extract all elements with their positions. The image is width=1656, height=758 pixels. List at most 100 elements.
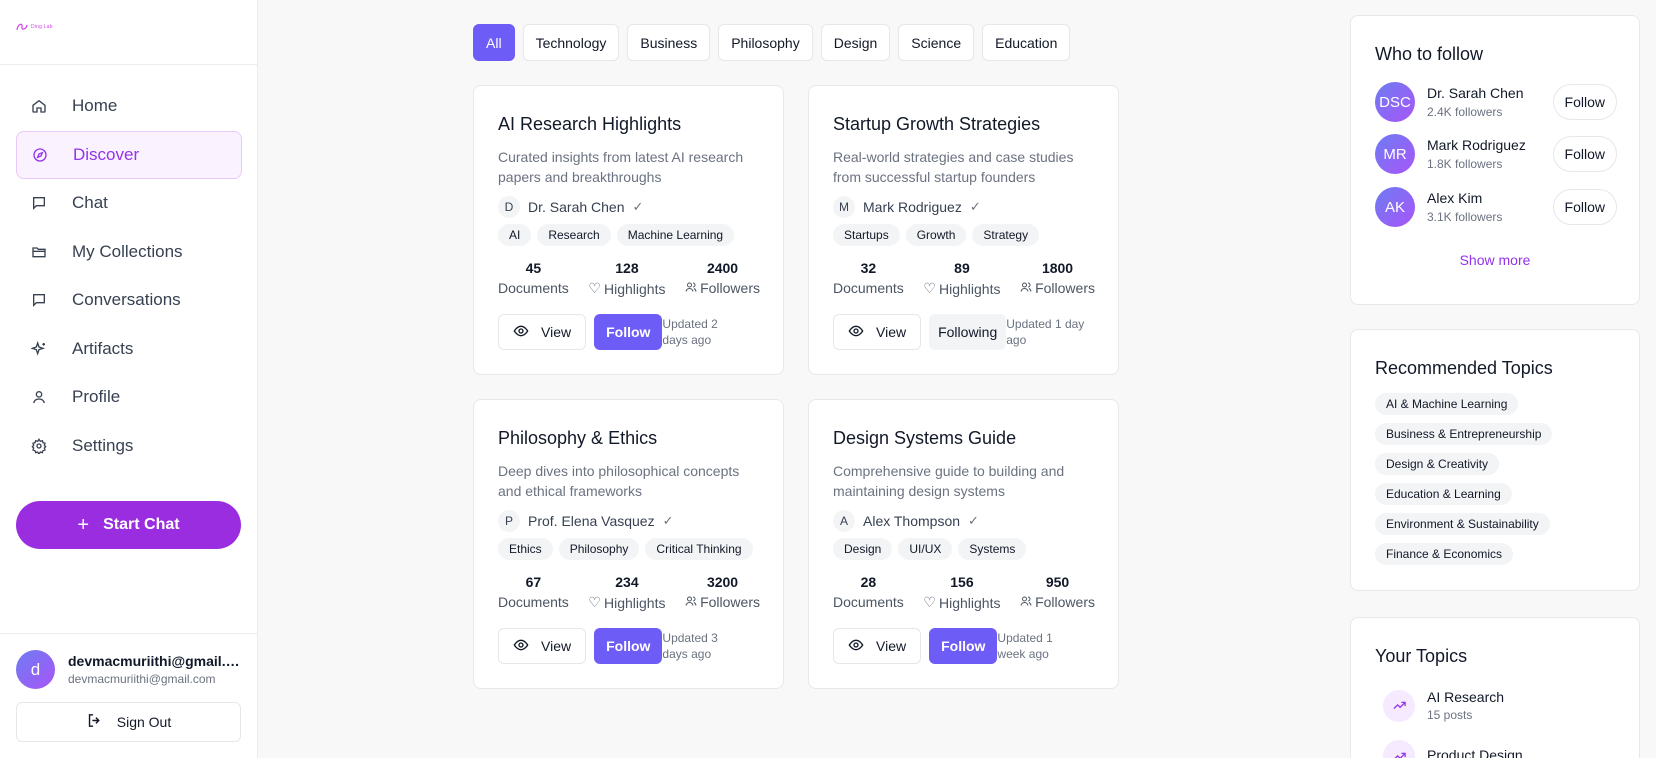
tag[interactable]: AI — [498, 224, 532, 246]
tag[interactable]: Startups — [833, 224, 900, 246]
sidebar-item-my-collections[interactable]: My Collections — [16, 228, 242, 276]
collection-card[interactable]: AI Research Highlights Curated insights … — [473, 85, 784, 375]
filter-technology[interactable]: Technology — [522, 24, 620, 61]
card-author[interactable]: A Alex Thompson ✓ — [833, 510, 979, 532]
user-name[interactable]: Mark Rodriguez — [1427, 137, 1553, 153]
collection-card[interactable]: Philosophy & Ethics Deep dives into phil… — [473, 399, 784, 689]
card-description: Curated insights from latest AI research… — [498, 149, 744, 185]
stat-label: Followers — [700, 594, 760, 610]
topic-chip[interactable]: AI & Machine Learning — [1375, 393, 1519, 415]
sidebar-item-settings[interactable]: Settings — [16, 422, 242, 470]
view-button[interactable]: View — [498, 314, 587, 350]
topic-chip[interactable]: Design & Creativity — [1375, 453, 1500, 475]
tag[interactable]: Systems — [958, 538, 1027, 560]
sidebar-item-profile[interactable]: Profile — [16, 373, 242, 421]
users-icon — [1020, 280, 1032, 296]
sidebar-item-chat[interactable]: Chat — [16, 179, 242, 227]
stat-value: 3200 — [706, 574, 739, 590]
sidebar-item-label: Home — [72, 96, 118, 115]
stat-value: 45 — [525, 260, 542, 276]
view-button[interactable]: View — [498, 628, 587, 664]
follower-count: 3.1K followers — [1427, 210, 1503, 224]
tag[interactable]: Research — [537, 224, 611, 246]
heart-icon: ♡ — [923, 280, 936, 296]
stat-label: Highlights — [603, 280, 666, 297]
updated-text: Updated 1 day ago — [1006, 317, 1085, 347]
follow-button[interactable]: Follow — [594, 628, 663, 664]
user-name[interactable]: Alex Kim — [1427, 190, 1553, 206]
collection-card[interactable]: Design Systems Guide Comprehensive guide… — [808, 399, 1119, 689]
card-author[interactable]: D Dr. Sarah Chen ✓ — [498, 196, 643, 218]
tag[interactable]: Machine Learning — [616, 224, 735, 246]
topic-chip[interactable]: Business & Entrepreneurship — [1375, 423, 1553, 445]
user-name: devmacmuriithi@gmail.c... — [68, 653, 243, 669]
card-actions: View Follow Updated 1 week ago — [833, 628, 1079, 664]
view-button[interactable]: View — [833, 628, 922, 664]
user-profile[interactable]: d devmacmuriithi@gmail.c... devmacmuriit… — [16, 650, 243, 689]
card-author[interactable]: P Prof. Elena Vasquez ✓ — [498, 510, 674, 532]
your-topic-item[interactable]: Product Design — [1383, 740, 1523, 758]
heart-icon: ♡ — [588, 594, 601, 610]
filter-philosophy[interactable]: Philosophy — [718, 24, 813, 61]
tag[interactable]: Growth — [905, 224, 967, 246]
your-topic-item[interactable]: AI Research 15 posts — [1383, 689, 1504, 722]
category-filters: All Technology Business Philosophy Desig… — [473, 24, 1071, 61]
sign-out-button[interactable]: Sign Out — [16, 702, 241, 742]
filter-business[interactable]: Business — [627, 24, 711, 61]
follow-button[interactable]: Follow — [1552, 136, 1617, 172]
gear-icon — [30, 437, 48, 455]
stat-label: Highlights — [603, 594, 666, 611]
users-icon — [1020, 594, 1032, 610]
avatar[interactable]: AK — [1375, 187, 1415, 227]
start-chat-button[interactable]: + Start Chat — [16, 501, 241, 549]
avatar[interactable]: MR — [1375, 134, 1415, 174]
tag[interactable]: Design — [833, 538, 893, 560]
stat-label: Followers — [700, 280, 760, 296]
sidebar-item-home[interactable]: Home — [16, 82, 242, 130]
tag[interactable]: Strategy — [972, 224, 1040, 246]
topic-chip[interactable]: Environment & Sustainability — [1375, 513, 1550, 535]
follow-button[interactable]: Follow — [1552, 84, 1617, 120]
follow-button[interactable]: Follow — [929, 628, 998, 664]
collection-card[interactable]: Startup Growth Strategies Real-world str… — [808, 85, 1119, 375]
topic-name: AI Research — [1427, 689, 1505, 705]
card-title: Philosophy & Ethics — [498, 428, 658, 448]
app-logo[interactable]: Ding Lab — [16, 22, 53, 32]
card-tags: Design UI/UX Systems — [833, 538, 1027, 560]
topic-name: Product Design — [1427, 746, 1523, 758]
filter-design[interactable]: Design — [820, 24, 891, 61]
sign-out-icon — [86, 712, 103, 732]
sidebar-item-discover[interactable]: Discover — [16, 130, 242, 179]
sidebar-item-artifacts[interactable]: Artifacts — [16, 325, 242, 373]
heart-icon: ♡ — [923, 594, 936, 610]
stat-label: Documents — [833, 594, 904, 610]
user-email: devmacmuriithi@gmail.com — [68, 672, 216, 686]
sparkle-icon — [30, 340, 48, 358]
sidebar-item-conversations[interactable]: Conversations — [16, 276, 242, 324]
tag[interactable]: Ethics — [498, 538, 553, 560]
filter-education[interactable]: Education — [982, 24, 1071, 61]
following-button[interactable]: Following — [929, 314, 1007, 350]
stat-highlights: 89 ♡ Highlights — [923, 260, 1000, 297]
topic-chip[interactable]: Education & Learning — [1375, 483, 1512, 505]
tag[interactable]: Critical Thinking — [645, 538, 753, 560]
view-button[interactable]: View — [833, 314, 922, 350]
panel-title: Who to follow — [1375, 44, 1484, 64]
topic-chip[interactable]: Finance & Economics — [1375, 543, 1514, 565]
user-name[interactable]: Dr. Sarah Chen — [1427, 85, 1553, 101]
users-icon — [685, 280, 697, 296]
verified-icon: ✓ — [969, 199, 981, 214]
avatar[interactable]: DSC — [1375, 82, 1415, 122]
verified-icon: ✓ — [662, 513, 674, 528]
sidebar-divider — [0, 64, 258, 65]
follow-button[interactable]: Follow — [1552, 189, 1617, 225]
card-stats: 32 Documents 89 ♡ Highlights 1800 Followe… — [833, 260, 1095, 297]
tag[interactable]: UI/UX — [898, 538, 953, 560]
show-more-link[interactable]: Show more — [1351, 252, 1639, 268]
tag[interactable]: Philosophy — [558, 538, 640, 560]
filter-all[interactable]: All — [473, 24, 515, 61]
filter-science[interactable]: Science — [898, 24, 975, 61]
card-author[interactable]: M Mark Rodriguez ✓ — [833, 196, 981, 218]
follow-button[interactable]: Follow — [594, 314, 663, 350]
home-icon — [30, 97, 48, 115]
